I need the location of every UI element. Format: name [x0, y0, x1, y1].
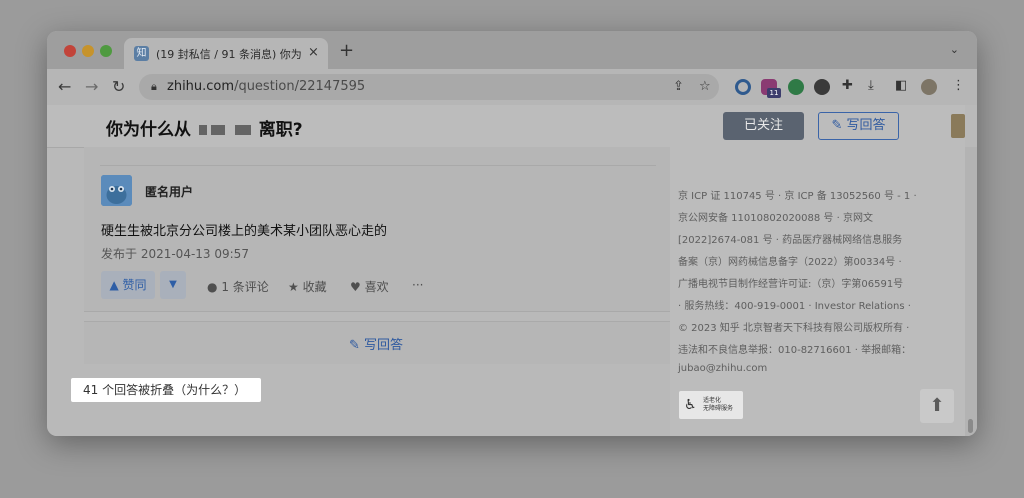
address-bar[interactable]: 🔒︎ zhihu.com/question/22147595 ⇪ ☆: [139, 74, 719, 100]
accessibility-line2: 无障碍服务: [703, 405, 734, 412]
extension-badge: 11: [767, 88, 781, 98]
extensions-puzzle-icon[interactable]: ✚: [842, 78, 853, 93]
footer-line: 京 ICP 证 110745 号 · 京 ICP 备 13052560 号 - …: [678, 191, 917, 202]
redacted-text: [198, 125, 207, 135]
url-host: zhihu.com: [167, 79, 235, 94]
url-path: /question/22147595: [234, 79, 366, 94]
collect-button[interactable]: ★ 收藏: [288, 278, 327, 295]
footer-line: 广播电视节目制作经营许可证:（京）字第06591号: [678, 279, 904, 290]
minimize-window-button[interactable]: [82, 45, 94, 57]
wheelchair-icon: ♿︎: [684, 397, 697, 413]
collect-label: 收藏: [302, 280, 327, 294]
followed-button[interactable]: 已关注: [723, 112, 804, 140]
upvote-button[interactable]: ▲ 赞同: [101, 271, 155, 299]
scrollbar[interactable]: [965, 147, 977, 436]
footer-line: 违法和不良信息举报：010-82716601 · 举报邮箱：: [678, 345, 912, 356]
redacted-text: [210, 125, 225, 135]
write-answer-bar[interactable]: ✎ 写回答: [84, 321, 670, 364]
browser-menu-icon[interactable]: ⋮: [952, 78, 965, 93]
tab-search-chevron-icon[interactable]: ⌄: [950, 43, 959, 56]
browser-toolbar: ← → ↻ 🔒︎ zhihu.com/question/22147595 ⇪ ☆…: [47, 69, 977, 105]
new-tab-button[interactable]: +: [339, 40, 354, 61]
lock-icon: 🔒︎: [151, 80, 157, 93]
tab-title: (19 封私信 / 91 条消息) 你为什么…: [156, 48, 301, 61]
url-text: zhihu.com/question/22147595: [167, 79, 365, 94]
extension-ring-icon[interactable]: [735, 79, 751, 95]
upvote-label: 赞同: [122, 278, 147, 292]
extension-green-icon[interactable]: [788, 79, 804, 95]
scrollbar-thumb[interactable]: [968, 419, 973, 433]
footer-line: · 服务热线：400-919-0001 · Investor Relations…: [678, 301, 911, 312]
zoom-window-button[interactable]: [100, 45, 112, 57]
question-sticky-header: 你为什么从 离职? 已关注 ✎ 写回答: [47, 105, 965, 148]
heart-icon: ♥: [350, 280, 361, 294]
answer-card: 匿名用户 硬生生被北京分公司楼上的美术某小团队恶心走的 发布于 2021-04-…: [84, 147, 670, 312]
reload-icon[interactable]: ↻: [112, 77, 125, 96]
forward-arrow-icon[interactable]: →: [85, 77, 98, 96]
accessibility-badge[interactable]: ♿︎ 适老化 无障碍服务: [679, 391, 743, 419]
footer-line: © 2023 知乎 北京智者天下科技有限公司版权所有 ·: [678, 323, 910, 334]
right-sidebar: 京 ICP 证 110745 号 · 京 ICP 备 13052560 号 - …: [670, 147, 965, 436]
extension-cloud-icon[interactable]: [814, 79, 830, 95]
answer-date[interactable]: 发布于 2021-04-13 09:57: [101, 245, 249, 262]
footer-line: [2022]2674-081 号 · 药品医疗器械网络信息服务: [678, 235, 903, 246]
tab-close-icon[interactable]: ×: [308, 45, 319, 60]
question-title-suffix: 离职?: [258, 120, 303, 140]
like-button[interactable]: ♥ 喜欢: [350, 278, 389, 295]
like-label: 喜欢: [364, 280, 389, 294]
back-to-top-button[interactable]: ⬆: [920, 389, 954, 423]
star-icon: ★: [288, 280, 299, 294]
profile-avatar[interactable]: [921, 79, 937, 95]
footer-line: 京公网安备 11010802020088 号 · 京网文: [678, 213, 873, 224]
share-icon[interactable]: ⇪: [673, 79, 684, 94]
more-options-button[interactable]: ···: [412, 278, 423, 292]
anonymous-avatar[interactable]: [101, 175, 132, 206]
write-answer-label: 写回答: [846, 118, 886, 133]
question-title-prefix: 你为什么从: [106, 120, 191, 140]
side-panel-icon[interactable]: ◧: [895, 78, 907, 93]
tab-bar: 知 (19 封私信 / 91 条消息) 你为什么… × + ⌄: [47, 31, 977, 69]
comment-bubble-icon: ●: [207, 280, 218, 294]
answer-author[interactable]: 匿名用户: [145, 183, 193, 200]
footer-line: 备案（京）网药械信息备字（2022）第00334号 ·: [678, 257, 902, 268]
download-icon[interactable]: ⤓: [868, 78, 874, 93]
question-title: 你为什么从 离职?: [106, 115, 303, 140]
user-avatar[interactable]: [951, 114, 965, 138]
close-window-button[interactable]: [64, 45, 76, 57]
downvote-button[interactable]: ▼: [160, 271, 186, 299]
folded-answers-link[interactable]: 41 个回答被折叠（为什么？）: [71, 378, 261, 402]
footer-line: jubao@zhihu.com: [678, 363, 768, 374]
accessibility-line1: 适老化: [703, 397, 722, 404]
bookmark-star-icon[interactable]: ☆: [699, 79, 711, 94]
back-arrow-icon[interactable]: ←: [58, 77, 71, 96]
tab-zhihu[interactable]: 知 (19 封私信 / 91 条消息) 你为什么… ×: [124, 38, 328, 69]
write-answer-bar-text: 写回答: [364, 338, 404, 353]
comment-label: 1 条评论: [221, 280, 269, 294]
anonymous-avatar-icon: [101, 175, 132, 206]
comment-button[interactable]: ● 1 条评论: [207, 278, 269, 295]
write-answer-bar-label: ✎ 写回答: [349, 338, 404, 353]
browser-window: 知 (19 封私信 / 91 条消息) 你为什么… × + ⌄ ← → ↻ 🔒︎…: [47, 31, 977, 436]
answer-text: 硬生生被北京分公司楼上的美术某小团队恶心走的: [101, 224, 388, 239]
arrow-up-icon: ⬆: [929, 395, 945, 416]
zhihu-favicon-icon: 知: [134, 46, 149, 61]
redacted-text: [234, 125, 251, 135]
accessibility-label: 适老化 无障碍服务: [703, 397, 733, 413]
write-answer-button[interactable]: ✎ 写回答: [818, 112, 899, 140]
divider: [100, 165, 656, 166]
